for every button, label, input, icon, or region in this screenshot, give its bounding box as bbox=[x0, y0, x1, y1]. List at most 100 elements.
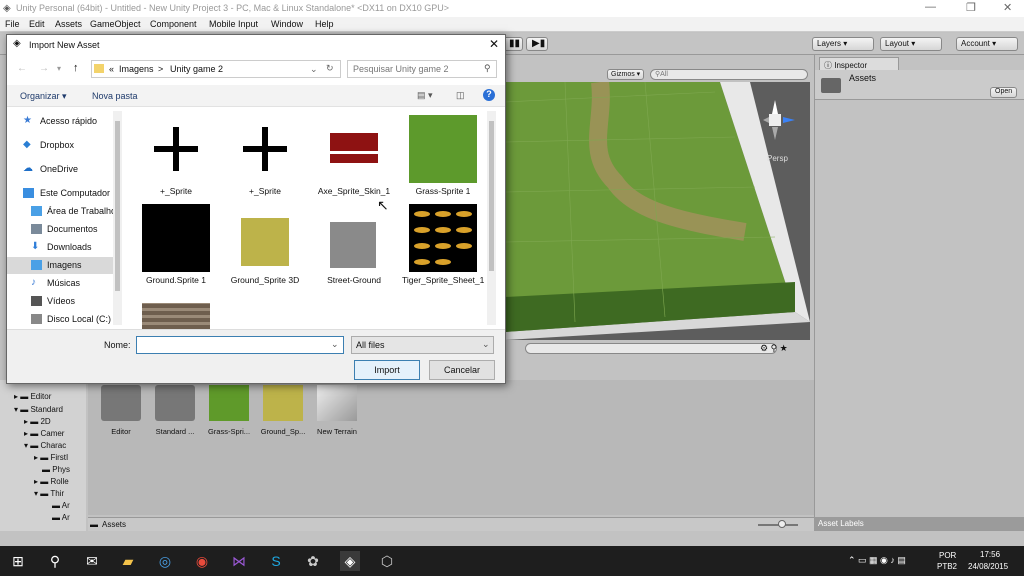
filter-icon[interactable]: ⚙ ⚲ ★ bbox=[760, 343, 788, 354]
breadcrumb-separator[interactable]: > bbox=[158, 64, 163, 74]
new-folder-button[interactable]: Nova pasta bbox=[92, 91, 138, 101]
breadcrumb[interactable]: « Imagens > Unity game 2 ⌄ ↻ bbox=[91, 60, 341, 78]
nav-scrollbar[interactable] bbox=[113, 111, 122, 325]
tree-item[interactable]: ▾ ▬ Standard bbox=[14, 405, 63, 414]
up-arrow-icon[interactable]: ↑ bbox=[73, 62, 79, 74]
nav-item-disco-local[interactable]: Disco Local (C:) bbox=[7, 311, 117, 328]
menu-edit[interactable]: Edit bbox=[29, 19, 45, 29]
project-asset[interactable]: Ground_Sp... bbox=[254, 385, 312, 436]
keyboard-layout[interactable]: PTB2 bbox=[937, 562, 957, 571]
files-scrollbar-thumb[interactable] bbox=[489, 121, 494, 271]
breadcrumb-overflow[interactable]: « bbox=[109, 64, 114, 74]
organize-button[interactable]: Organizar ▾ bbox=[20, 91, 67, 102]
filename-input[interactable]: ⌄ bbox=[136, 336, 344, 354]
app-icon[interactable]: ✿ bbox=[303, 551, 323, 571]
file-item[interactable]: Ground.Sprite 1 bbox=[135, 204, 217, 285]
file-item[interactable]: +_Sprite bbox=[135, 115, 217, 196]
mail-icon[interactable]: ✉ bbox=[82, 551, 102, 571]
nav-item-dropbox[interactable]: ◆ Dropbox bbox=[7, 137, 117, 154]
nav-item-acesso-rapido[interactable]: ★ Acesso rápido bbox=[7, 113, 117, 130]
nav-item-videos[interactable]: Vídeos bbox=[7, 293, 117, 310]
tree-item[interactable]: ▸ ▬ FirstI bbox=[34, 453, 68, 462]
account-dropdown[interactable]: Account ▾ bbox=[956, 37, 1018, 51]
nav-item-area-de-trabalho[interactable]: Área de Trabalho bbox=[7, 203, 117, 220]
tree-item[interactable]: ▸ ▬ 2D bbox=[24, 417, 51, 426]
chrome-icon[interactable]: ◉ bbox=[192, 551, 212, 571]
open-button[interactable]: Open bbox=[990, 87, 1018, 98]
project-asset[interactable]: Grass-Spri... bbox=[200, 385, 258, 436]
scene-search-input[interactable]: ⚲All bbox=[650, 69, 808, 80]
chevron-down-icon[interactable]: ⌄ bbox=[310, 64, 318, 75]
tree-item[interactable]: ▬ Ar bbox=[52, 501, 70, 510]
layout-dropdown[interactable]: Layout ▾ bbox=[880, 37, 942, 51]
nav-item-este-computador[interactable]: Este Computador bbox=[7, 185, 117, 202]
gizmos-dropdown[interactable]: Gizmos ▾ bbox=[607, 69, 645, 80]
tree-item[interactable]: ▸ ▬ Camer bbox=[24, 429, 64, 438]
view-options-icon[interactable]: ▤ ▾ bbox=[417, 90, 433, 101]
scene-view[interactable]: Persp bbox=[505, 82, 810, 340]
file-item[interactable]: Tiger_Sprite_Sheet_1 bbox=[402, 204, 484, 285]
unity-taskbar-icon[interactable]: ◈ bbox=[340, 551, 360, 571]
tree-item[interactable]: ▾ ▬ Thir bbox=[34, 489, 64, 498]
nav-item-onedrive[interactable]: ☁ OneDrive bbox=[7, 161, 117, 178]
search-icon[interactable]: ⚲ bbox=[45, 551, 65, 571]
maximize-button[interactable]: ❐ bbox=[966, 1, 976, 14]
menu-gameobject[interactable]: GameObject bbox=[90, 19, 141, 29]
file-item[interactable]: Grass-Sprite 1 bbox=[402, 115, 484, 196]
menu-mobile-input[interactable]: Mobile Input bbox=[209, 19, 258, 29]
language-indicator[interactable]: POR bbox=[939, 551, 956, 560]
browser-icon[interactable]: ◎ bbox=[155, 551, 175, 571]
file-item[interactable]: +_Sprite bbox=[224, 115, 306, 196]
breadcrumb-unity-game-2[interactable]: Unity game 2 bbox=[170, 64, 223, 74]
menu-assets[interactable]: Assets bbox=[55, 19, 82, 29]
breadcrumb-imagens[interactable]: Imagens bbox=[119, 64, 154, 74]
clock-date[interactable]: 24/08/2015 bbox=[968, 562, 1008, 571]
tree-item[interactable]: ▸ ▬ Rolle bbox=[34, 477, 69, 486]
tree-item[interactable]: ▬ Phys bbox=[42, 465, 70, 474]
windows-start-icon[interactable]: ⊞ bbox=[8, 551, 28, 571]
file-item[interactable]: Street-Ground bbox=[313, 204, 395, 285]
pause-icon[interactable]: ▮▮ bbox=[503, 37, 523, 51]
chevron-down-icon[interactable]: ⌄ bbox=[331, 339, 339, 350]
file-explorer-icon[interactable]: ▰ bbox=[118, 551, 138, 571]
tray-icons[interactable]: ⌃ ▭ ▦ ◉ ♪ ▤ bbox=[848, 555, 906, 566]
project-asset[interactable]: Standard ... bbox=[146, 385, 204, 436]
clock-time[interactable]: 17:56 bbox=[980, 550, 1000, 559]
filetype-select[interactable]: All files ⌄ bbox=[351, 336, 494, 354]
visual-studio-icon[interactable]: ⋈ bbox=[229, 551, 249, 571]
menu-component[interactable]: Component bbox=[150, 19, 197, 29]
files-scrollbar[interactable] bbox=[487, 111, 496, 325]
nav-scrollbar-thumb[interactable] bbox=[115, 121, 120, 291]
menu-help[interactable]: Help bbox=[315, 19, 334, 29]
unity-hub-icon[interactable]: ⬡ bbox=[377, 551, 397, 571]
back-arrow-icon[interactable]: ← bbox=[17, 63, 27, 74]
help-icon[interactable]: ? bbox=[483, 89, 495, 101]
file-item[interactable] bbox=[135, 303, 217, 329]
tree-item[interactable]: ▬ Ar bbox=[52, 513, 70, 522]
project-asset[interactable]: Editor bbox=[92, 385, 150, 436]
nav-item-musicas[interactable]: ♪ Músicas bbox=[7, 275, 117, 292]
scene-gizmo-icon[interactable] bbox=[755, 100, 800, 150]
project-search-input[interactable] bbox=[525, 343, 777, 354]
forward-arrow-icon[interactable]: → bbox=[39, 63, 49, 74]
menu-file[interactable]: File bbox=[5, 19, 20, 29]
step-icon[interactable]: ▶▮ bbox=[526, 37, 548, 51]
minimize-button[interactable]: — bbox=[925, 1, 936, 13]
refresh-icon[interactable]: ↻ bbox=[326, 63, 334, 74]
file-item[interactable]: Axe_Sprite_Skin_1 bbox=[313, 115, 395, 196]
close-window-button[interactable]: ✕ bbox=[1003, 1, 1012, 14]
project-asset[interactable]: New Terrain bbox=[308, 385, 366, 436]
zoom-slider-handle[interactable] bbox=[778, 520, 786, 528]
tree-item[interactable]: ▾ ▬ Charac bbox=[24, 441, 66, 450]
nav-item-imagens[interactable]: Imagens bbox=[7, 257, 117, 274]
cancel-button[interactable]: Cancelar bbox=[429, 360, 495, 380]
close-icon[interactable]: ✕ bbox=[489, 37, 499, 51]
tree-item[interactable]: ▸ ▬ Editor bbox=[14, 392, 51, 401]
history-chevron-icon[interactable]: ▾ bbox=[57, 64, 61, 73]
nav-item-documentos[interactable]: Documentos bbox=[7, 221, 117, 238]
preview-pane-icon[interactable]: ◫ bbox=[456, 90, 465, 101]
menu-window[interactable]: Window bbox=[271, 19, 303, 29]
skype-icon[interactable]: S bbox=[266, 551, 286, 571]
nav-item-downloads[interactable]: ⬇ Downloads bbox=[7, 239, 117, 256]
import-button[interactable]: Import bbox=[354, 360, 420, 380]
